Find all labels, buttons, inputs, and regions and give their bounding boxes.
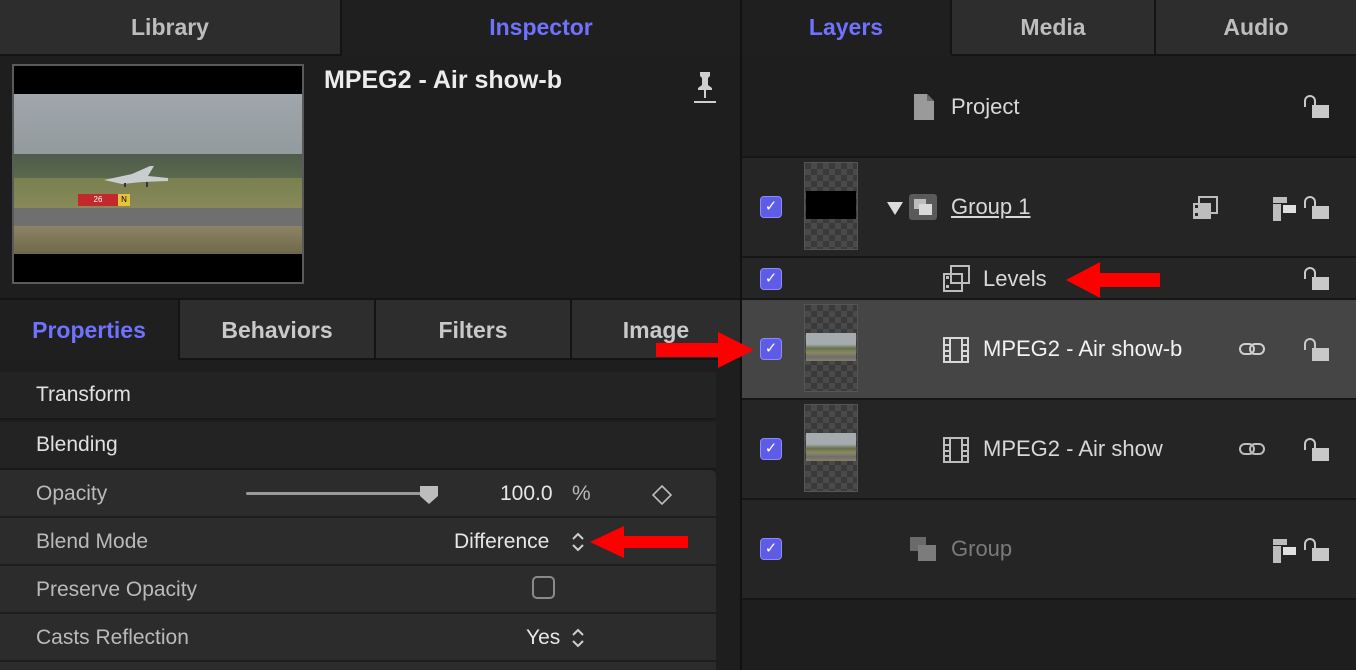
preview-sign: 26 [78, 194, 118, 206]
layout-icon[interactable] [1272, 196, 1298, 222]
opacity-unit: % [572, 482, 591, 505]
film-icon [943, 337, 969, 363]
blend-mode-row: Blend Mode Difference [0, 518, 716, 566]
layer-clip-thumbnail [804, 404, 858, 492]
filter-icon [943, 265, 970, 292]
annotation-arrow-checkbox [656, 332, 754, 368]
tab-inspector-label: Inspector [489, 13, 593, 40]
layer-levels-checkbox[interactable]: ✓ [760, 268, 782, 290]
lock-icon[interactable] [1302, 95, 1330, 119]
tab-layers[interactable]: Layers [742, 0, 952, 56]
lock-icon[interactable] [1302, 267, 1330, 291]
tab-behaviors[interactable]: Behaviors [180, 300, 376, 360]
section-blending[interactable]: Blending [0, 422, 716, 470]
tab-media[interactable]: Media [952, 0, 1156, 56]
document-icon [914, 94, 934, 120]
lock-icon[interactable] [1302, 438, 1330, 462]
layer-group1-checkbox[interactable]: ✓ [760, 196, 782, 218]
preview-sign-n: N [118, 194, 130, 206]
layer-group-name: Group [951, 536, 1013, 561]
tab-filters-label: Filters [438, 316, 508, 343]
lock-icon[interactable] [1302, 196, 1330, 220]
layer-clip-b-thumbnail [804, 304, 858, 392]
blend-mode-value[interactable]: Difference [454, 530, 549, 554]
disclosure-triangle-icon[interactable] [886, 200, 904, 216]
row-overflow [0, 662, 716, 670]
annotation-arrow-blend [590, 526, 688, 558]
clip-title: MPEG2 - Air show-b [324, 66, 562, 94]
opacity-row: Opacity 100.0 % [0, 470, 716, 518]
link-icon[interactable] [1238, 440, 1266, 458]
tab-filters[interactable]: Filters [376, 300, 572, 360]
tab-behaviors-label: Behaviors [221, 316, 333, 343]
layer-group1-name[interactable]: Group 1 [951, 194, 1031, 220]
layer-clip-name: MPEG2 - Air show [983, 436, 1163, 461]
tab-inspector[interactable]: Inspector [342, 0, 740, 56]
section-blending-label: Blending [36, 433, 118, 456]
opacity-slider-track[interactable] [246, 492, 436, 495]
layer-row-group[interactable] [742, 500, 1356, 600]
preserve-opacity-label: Preserve Opacity [36, 578, 198, 601]
tab-media-label: Media [1020, 13, 1086, 40]
annotation-arrow-levels [1066, 262, 1160, 298]
tab-audio[interactable]: Audio [1156, 0, 1356, 56]
film-icon [943, 437, 969, 463]
layer-clip-b-checkbox[interactable]: ✓ [760, 338, 782, 360]
tab-layers-label: Layers [808, 13, 884, 40]
casts-reflection-row: Casts Reflection Yes [0, 614, 716, 662]
tab-library[interactable]: Library [0, 0, 342, 56]
pin-icon[interactable] [690, 68, 720, 104]
tab-audio-label: Audio [1223, 13, 1289, 40]
link-icon[interactable] [1238, 340, 1266, 358]
casts-reflection-value[interactable]: Yes [526, 626, 560, 650]
opacity-label: Opacity [36, 482, 108, 505]
filter-icon[interactable] [1192, 196, 1218, 220]
layer-project-name: Project [951, 94, 1020, 119]
layers-empty-area [742, 600, 1356, 670]
section-transform-label: Transform [36, 383, 131, 406]
stepper-icon[interactable] [570, 530, 586, 554]
layout-icon[interactable] [1272, 538, 1298, 564]
preserve-opacity-checkbox[interactable] [532, 576, 555, 599]
inspector-tabs: Properties Behaviors Filters Image [0, 298, 740, 360]
section-transform[interactable]: Transform [0, 372, 716, 420]
tab-properties-label: Properties [32, 316, 146, 343]
tab-properties[interactable]: Properties [0, 300, 180, 360]
clip-preview: 26 N [12, 64, 304, 284]
layer-row-project[interactable] [742, 58, 1356, 158]
preserve-opacity-row: Preserve Opacity [0, 566, 716, 614]
layer-group1-thumbnail [804, 162, 858, 250]
group-icon [909, 194, 937, 220]
lock-icon[interactable] [1302, 338, 1330, 362]
opacity-value[interactable]: 100.0 [500, 482, 553, 506]
blend-mode-label: Blend Mode [36, 530, 149, 553]
keyframe-diamond-icon[interactable] [651, 484, 673, 506]
layer-group-checkbox[interactable]: ✓ [760, 538, 782, 560]
layer-clip-checkbox[interactable]: ✓ [760, 438, 782, 460]
opacity-slider-thumb[interactable] [418, 484, 440, 506]
jet-image [104, 166, 168, 187]
layer-clip-b-name: MPEG2 - Air show-b [983, 336, 1183, 361]
group-icon [910, 537, 936, 561]
lock-icon[interactable] [1302, 538, 1330, 562]
layer-levels-name: Levels [983, 266, 1047, 291]
tab-library-label: Library [131, 13, 209, 40]
stepper-icon[interactable] [570, 626, 586, 650]
casts-reflection-label: Casts Reflection [36, 626, 189, 649]
layer-row-levels[interactable] [742, 258, 1356, 300]
